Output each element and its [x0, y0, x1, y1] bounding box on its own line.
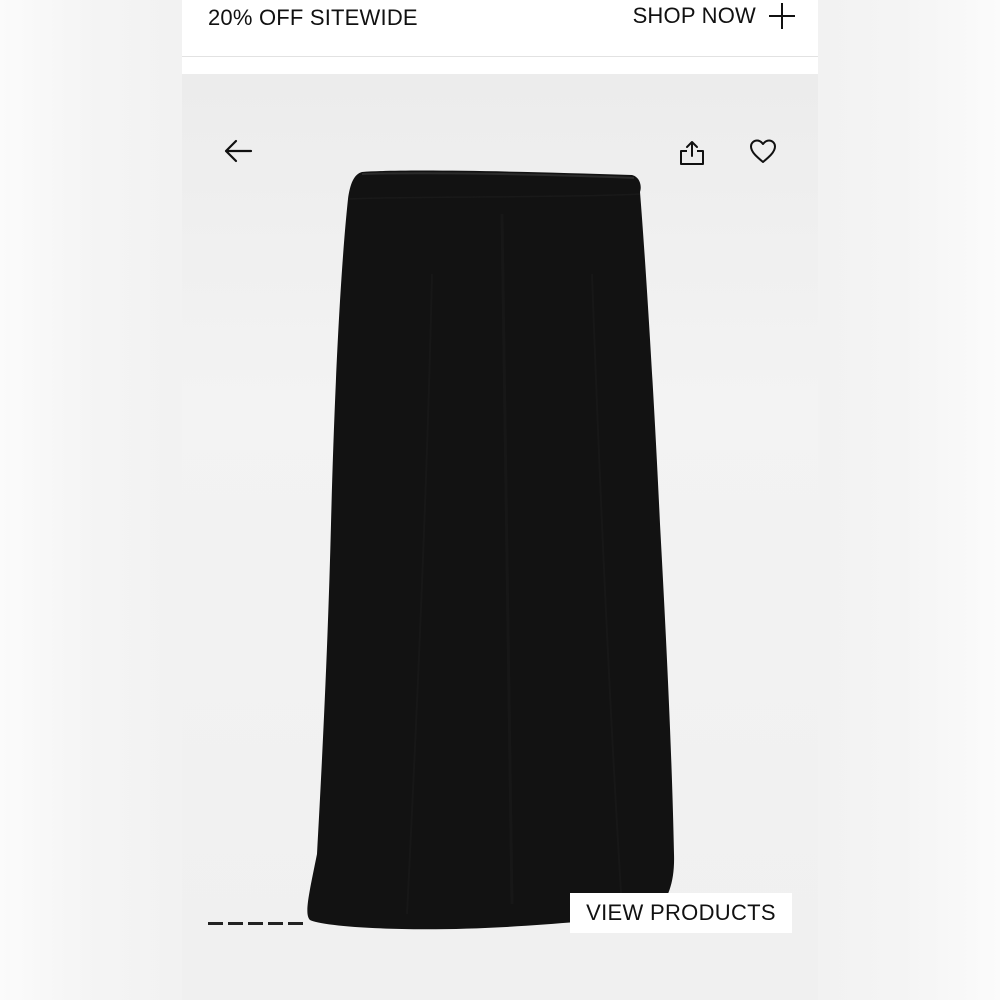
plus-icon: [768, 2, 796, 30]
view-products-label: VIEW PRODUCTS: [586, 900, 776, 925]
left-backdrop: [0, 0, 182, 1000]
product-image: [182, 74, 818, 1000]
shop-now-label: SHOP NOW: [632, 3, 756, 28]
product-page: 20% OFF SITEWIDE SHOP NOW VIEW PRODUCTS: [182, 0, 818, 1000]
promo-text: 20% OFF SITEWIDE: [208, 5, 418, 30]
right-backdrop: [818, 0, 1000, 1000]
skirt-image: [307, 170, 675, 930]
rating-star: [248, 922, 263, 925]
rating-star: [268, 922, 283, 925]
shop-now-button[interactable]: SHOP NOW: [633, 2, 796, 30]
rating-stars-icon: [208, 922, 303, 925]
rating-star: [288, 922, 303, 925]
favorite-button[interactable]: [743, 131, 783, 171]
arrow-left-icon: [224, 139, 253, 163]
rating-star: [208, 922, 223, 925]
promo-banner: 20% OFF SITEWIDE SHOP NOW: [182, 0, 818, 57]
view-products-button[interactable]: VIEW PRODUCTS: [570, 893, 792, 933]
share-button[interactable]: [672, 133, 712, 173]
back-button[interactable]: [218, 131, 258, 171]
heart-icon: [750, 139, 776, 163]
rating-star: [228, 922, 243, 925]
share-icon: [680, 141, 704, 165]
